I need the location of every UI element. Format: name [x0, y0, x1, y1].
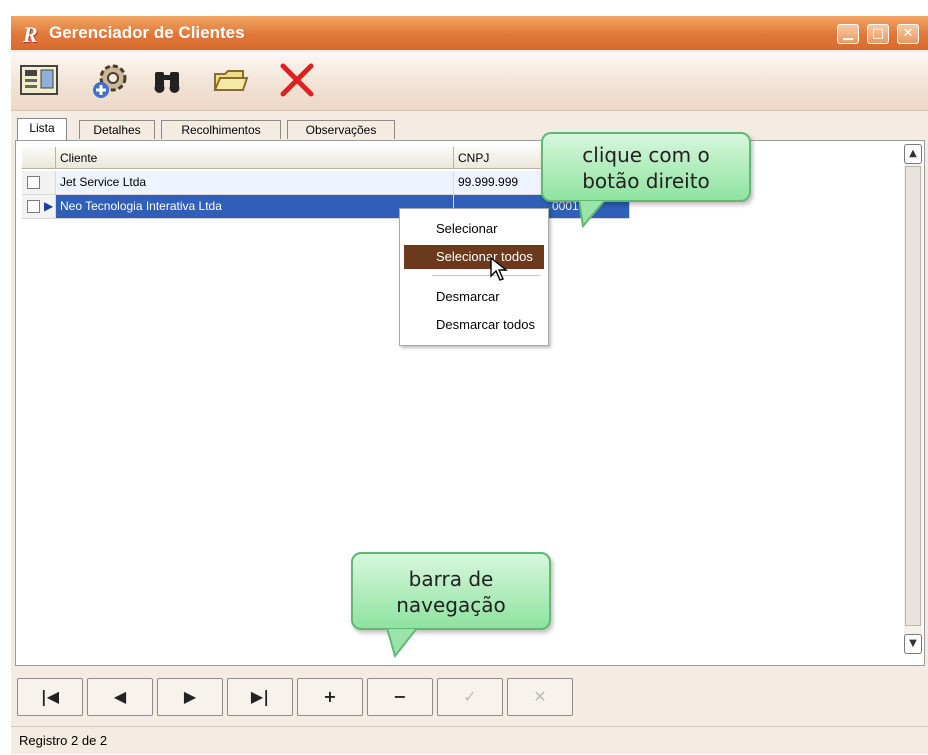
- open-folder-button[interactable]: [209, 60, 253, 102]
- menu-item-selecionar[interactable]: Selecionar: [404, 217, 544, 241]
- search-button[interactable]: [147, 60, 191, 102]
- cell-cliente[interactable]: Neo Tecnologia Interativa Ltda: [56, 195, 454, 219]
- menu-item-desmarcar[interactable]: Desmarcar: [404, 285, 544, 309]
- post-record-button[interactable]: ✓: [437, 678, 503, 716]
- client-manager-window: R Gerenciador de Clientes ▁ □ ✕ Lista De…: [11, 16, 928, 754]
- cell-cnpj[interactable]: 99.999.999: [454, 171, 542, 195]
- minimize-icon: ▁: [843, 26, 853, 41]
- tab-strip: Lista Detalhes Recolhimentos Observações: [11, 116, 928, 142]
- menu-item-selecionar-todos[interactable]: Selecionar todos: [404, 245, 544, 269]
- binoculars-search-icon: [154, 72, 180, 93]
- window-title: Gerenciador de Clientes: [49, 23, 245, 42]
- scroll-up-arrow-icon[interactable]: ▲: [904, 144, 922, 164]
- callout-pointer-icon: [387, 628, 419, 658]
- delete-record-button[interactable]: −: [367, 678, 433, 716]
- scroll-down-arrow-icon[interactable]: ▼: [904, 634, 922, 654]
- navigation-bar-callout: barra de navegação: [351, 552, 551, 630]
- navigation-bar: |◀ ◀ ▶ ▶| + − ✓ ✕: [17, 678, 577, 720]
- callout-pointer-icon: [579, 200, 607, 229]
- close-icon: ✕: [902, 26, 914, 41]
- settings-add-icon: [93, 64, 127, 98]
- current-row-indicator-icon: ▶: [44, 199, 54, 213]
- next-record-button[interactable]: ▶: [157, 678, 223, 716]
- form-view-button[interactable]: [17, 60, 61, 102]
- tab-recolhimentos[interactable]: Recolhimentos: [161, 120, 281, 139]
- header-indicator: [22, 147, 56, 169]
- tab-observacoes[interactable]: Observações: [287, 120, 395, 139]
- open-folder-icon: [213, 70, 249, 91]
- tab-lista[interactable]: Lista: [17, 118, 67, 141]
- column-header-cnpj[interactable]: CNPJ: [454, 147, 542, 169]
- right-click-callout: clique com o botão direito: [541, 132, 751, 202]
- record-status-text: Registro 2 de 2: [19, 733, 108, 748]
- title-bar[interactable]: R Gerenciador de Clientes ▁ □ ✕: [11, 16, 928, 50]
- tab-detalhes[interactable]: Detalhes: [79, 120, 155, 139]
- mouse-pointer-icon: [490, 256, 508, 281]
- row-selector[interactable]: [22, 171, 56, 195]
- delete-button[interactable]: [275, 60, 319, 102]
- form-view-icon: [20, 65, 58, 95]
- status-bar: Registro 2 de 2: [11, 726, 928, 754]
- settings-add-button[interactable]: [89, 60, 133, 102]
- insert-record-button[interactable]: +: [297, 678, 363, 716]
- column-header-cliente[interactable]: Cliente: [56, 147, 454, 169]
- vertical-scrollbar[interactable]: ▲ ▼: [904, 144, 922, 654]
- minimize-button[interactable]: ▁: [837, 24, 859, 44]
- row-checkbox[interactable]: [27, 200, 40, 213]
- right-click-callout-text: clique com o botão direito: [582, 143, 710, 193]
- cancel-record-button[interactable]: ✕: [507, 678, 573, 716]
- row-selector[interactable]: ▶: [22, 195, 56, 219]
- maximize-button[interactable]: □: [867, 24, 889, 44]
- cell-cliente[interactable]: Jet Service Ltda: [56, 171, 454, 195]
- prior-record-button[interactable]: ◀: [87, 678, 153, 716]
- menu-separator: [432, 275, 540, 276]
- maximize-icon: □: [871, 26, 885, 41]
- app-logo: R: [23, 22, 38, 47]
- close-window-button[interactable]: ✕: [897, 24, 919, 44]
- scroll-thumb[interactable]: [905, 166, 921, 626]
- delete-x-icon: [280, 63, 314, 97]
- navigation-bar-callout-text: barra de navegação: [396, 567, 506, 617]
- toolbar: [11, 52, 928, 111]
- menu-item-desmarcar-todos[interactable]: Desmarcar todos: [404, 313, 544, 337]
- first-record-button[interactable]: |◀: [17, 678, 83, 716]
- context-menu: Selecionar Selecionar todos Desmarcar De…: [399, 208, 549, 346]
- row-checkbox[interactable]: [27, 176, 40, 189]
- last-record-button[interactable]: ▶|: [227, 678, 293, 716]
